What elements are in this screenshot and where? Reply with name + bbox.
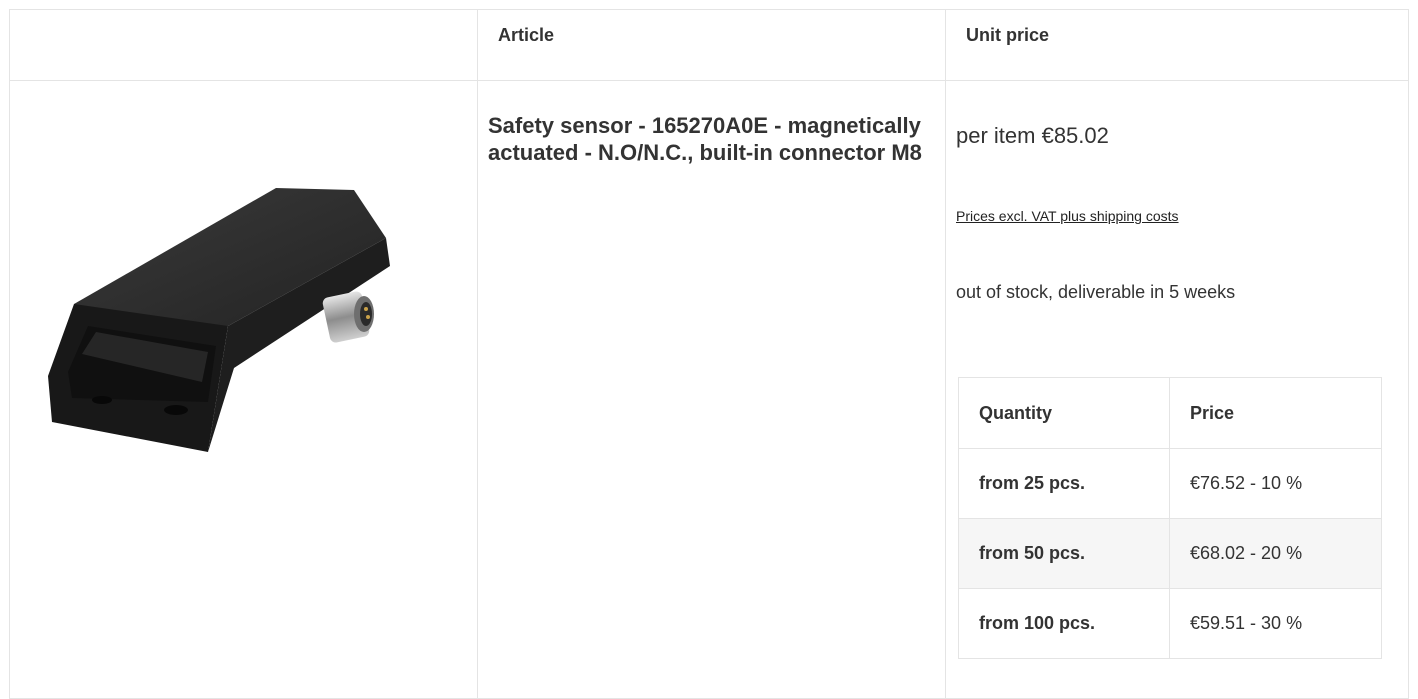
tier-quantity: from 50 pcs. [979, 543, 1086, 563]
row-divider [959, 588, 1381, 589]
row-divider [959, 448, 1381, 449]
quantity-discount-table: Quantity Price from 25 pcs. €76.52 - 10 … [958, 377, 1382, 659]
stock-status: out of stock, deliverable in 5 weeks [956, 282, 1236, 302]
header-divider [10, 80, 1408, 81]
table-row: from 50 pcs. €68.02 - 20 % [959, 518, 1381, 588]
product-title[interactable]: Safety sensor - 165270A0E - magnetically… [488, 112, 928, 166]
table-row: Quantity Price [959, 378, 1381, 448]
column-divider [945, 10, 946, 698]
column-header-article: Article [498, 25, 555, 45]
safety-sensor-image[interactable] [38, 176, 398, 456]
tier-price: €68.02 - 20 % [1190, 543, 1303, 563]
column-header-unit-price: Unit price [966, 25, 1050, 45]
tier-price: €76.52 - 10 % [1190, 473, 1303, 493]
tier-quantity: from 25 pcs. [979, 473, 1086, 493]
column-divider [477, 10, 478, 698]
unit-price: per item €85.02 [956, 123, 1109, 148]
tier-quantity: from 100 pcs. [979, 613, 1096, 633]
tier-price: €59.51 - 30 % [1190, 613, 1303, 633]
row-divider [959, 518, 1381, 519]
vat-shipping-link[interactable]: Prices excl. VAT plus shipping costs [956, 208, 1179, 224]
table-row: from 100 pcs. €59.51 - 30 % [959, 588, 1381, 658]
column-divider [1169, 378, 1170, 658]
price-header: Price [1190, 403, 1235, 423]
table-row: from 25 pcs. €76.52 - 10 % [959, 448, 1381, 518]
quantity-header: Quantity [979, 403, 1053, 423]
